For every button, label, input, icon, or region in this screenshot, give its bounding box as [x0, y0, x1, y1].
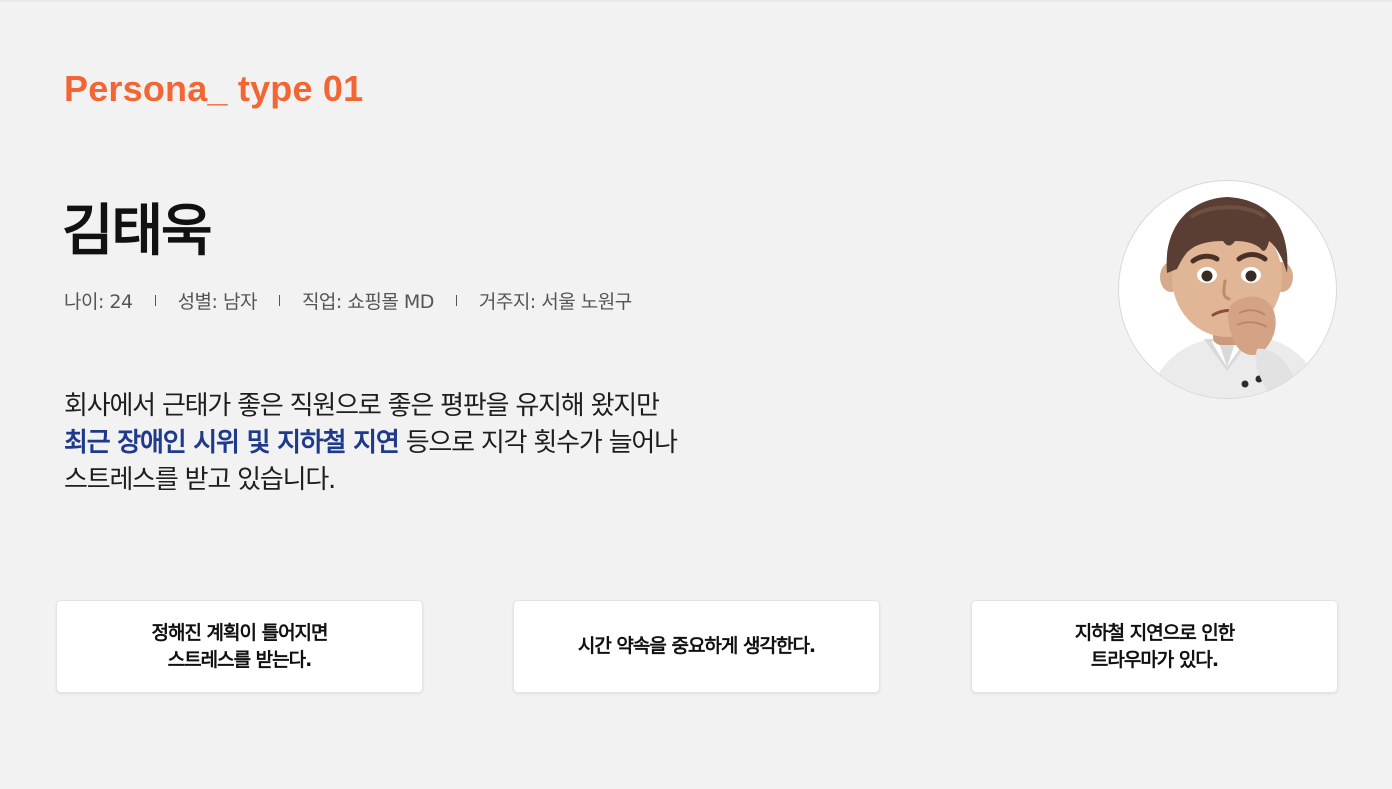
trait-card: 지하철 지연으로 인한 트라우마가 있다.	[971, 600, 1338, 693]
meta-separator	[455, 294, 457, 306]
trait-card-text: 시간 약속을 중요하게 생각한다.	[577, 635, 816, 657]
avatar	[1118, 180, 1337, 399]
meta-separator	[278, 294, 280, 306]
description-highlight: 최근 장애인 시위 및 지하철 지연	[64, 428, 400, 458]
trait-card-text: 정해진 계획이 틀어지면 스트레스를 받는다.	[151, 621, 328, 671]
trait-card: 시간 약속을 중요하게 생각한다.	[513, 600, 880, 693]
description-line-3: 스트레스를 받고 있습니다.	[64, 465, 336, 495]
trait-card: 정해진 계획이 틀어지면 스트레스를 받는다.	[56, 600, 423, 693]
meta-residence: 거주지: 서울 노원구	[478, 290, 632, 313]
meta-job: 직업: 쇼핑몰 MD	[301, 290, 434, 313]
meta-separator	[154, 294, 156, 306]
trait-card-text: 지하철 지연으로 인한 트라우마가 있다.	[1074, 621, 1236, 671]
persona-name: 김태욱	[62, 199, 213, 264]
persona-type-label: Persona_ type 01	[64, 68, 364, 109]
persona-description: 회사에서 근태가 좋은 직원으로 좋은 평판을 유지해 왔지만 최근 장애인 시…	[64, 388, 824, 499]
description-line-2: 등으로 지각 횟수가 늘어나	[398, 428, 678, 458]
top-divider	[0, 0, 1392, 2]
description-line-1: 회사에서 근태가 좋은 직원으로 좋은 평판을 유지해 왔지만	[64, 391, 660, 421]
memoji-worried-man-icon	[1149, 197, 1324, 398]
persona-meta: 나이: 24 성별: 남자 직업: 쇼핑몰 MD 거주지: 서울 노원구	[64, 286, 632, 314]
meta-gender: 성별: 남자	[177, 290, 258, 313]
meta-age: 나이: 24	[64, 290, 133, 313]
